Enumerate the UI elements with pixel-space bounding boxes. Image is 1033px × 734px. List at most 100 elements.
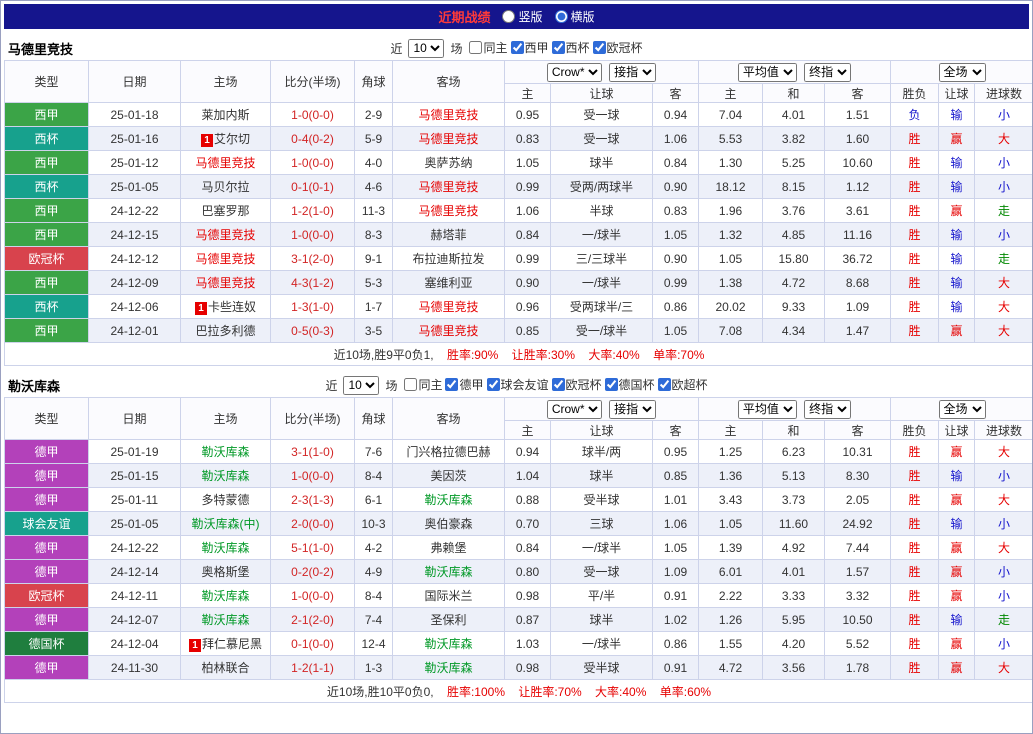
- layout-option-horizontal[interactable]: 横版: [554, 8, 595, 25]
- result-handicap: 输: [938, 246, 976, 271]
- score: 1-0(0-0): [270, 150, 355, 175]
- filter-德国杯[interactable]: 德国杯: [604, 376, 655, 393]
- filter-label: 德国杯: [618, 378, 655, 392]
- table-row: 西杯 25-01-16 1 艾尔切 0-4(0-2) 5-9 马德里竞技 0.83…: [4, 126, 1032, 151]
- result-handicap: 输: [938, 463, 976, 488]
- table-row: 欧冠杯 24-12-11 勒沃库森 1-0(0-0) 8-4 国际米兰 0.98…: [4, 583, 1032, 608]
- handicap-home-odds: 1.03: [504, 631, 551, 656]
- filter-checkbox[interactable]: [404, 378, 418, 391]
- home-team: 巴拉多利德: [180, 318, 271, 343]
- avg-away-odds: 10.31: [823, 439, 892, 464]
- scope-select[interactable]: 全场: [938, 399, 986, 419]
- filter-球会友谊[interactable]: 球会友谊: [486, 376, 549, 393]
- avg-away-odds: 1.12: [823, 174, 892, 199]
- filter-checkbox[interactable]: [604, 378, 618, 391]
- filter-欧超杯[interactable]: 欧超杯: [657, 376, 708, 393]
- average-selects-cell: 平均值 终指: [697, 397, 892, 421]
- filter-controls: 近 10 场 同主 西甲 西杯 欧冠杯: [390, 38, 643, 58]
- filter-checkbox[interactable]: [469, 41, 483, 54]
- avg-draw-odds: 4.92: [762, 535, 825, 560]
- result-handicap: 输: [938, 270, 976, 295]
- bookmaker-select[interactable]: Crow*: [546, 399, 602, 419]
- filter-德甲[interactable]: 德甲: [445, 376, 484, 393]
- home-team: 勒沃库森(中): [180, 511, 271, 536]
- home-team: 马德里竞技: [180, 246, 271, 271]
- team-label: 勒沃库森(中): [191, 517, 260, 531]
- subcol-avg-home: 主: [698, 83, 763, 103]
- result-winloss: 胜: [890, 535, 940, 560]
- layout-option-vertical[interactable]: 竖版: [502, 8, 543, 25]
- away-team: 马德里竞技: [392, 318, 505, 343]
- odd-rate: 单率:70%: [653, 347, 705, 362]
- result-handicap: 赢: [938, 198, 976, 223]
- result-winloss: 胜: [890, 511, 940, 536]
- result-winloss: 胜: [890, 487, 940, 512]
- table-row: 西甲 25-01-12 马德里竞技 1-0(0-0) 4-0 奥萨苏纳 1.05…: [4, 150, 1032, 175]
- handicap-win-rate: 让胜率:30%: [511, 347, 576, 362]
- table-row: 德甲 24-12-14 奥格斯堡 0-2(0-2) 4-9 勒沃库森 0.80 …: [4, 559, 1032, 584]
- handicap-home-odds: 1.05: [504, 150, 551, 175]
- team-label: 巴拉多利德: [195, 324, 256, 338]
- bookmaker-mode-select[interactable]: 接指: [609, 399, 657, 419]
- filter-西甲[interactable]: 西甲: [510, 39, 549, 56]
- filter-checkbox[interactable]: [551, 378, 565, 391]
- handicap-away-odds: 0.90: [652, 246, 699, 271]
- match-date: 24-12-15: [88, 222, 181, 247]
- corner-score: 1-7: [354, 294, 393, 319]
- average-select[interactable]: 平均值: [737, 62, 797, 82]
- score: 3-1(1-0): [270, 439, 355, 464]
- filter-欧冠杯[interactable]: 欧冠杯: [551, 376, 602, 393]
- filter-西杯[interactable]: 西杯: [551, 39, 590, 56]
- filter-欧冠杯[interactable]: 欧冠杯: [592, 39, 643, 56]
- avg-away-odds: 7.44: [823, 535, 892, 560]
- avg-away-odds: 1.09: [823, 294, 892, 319]
- filter-同主[interactable]: 同主: [404, 376, 442, 393]
- filter-checkbox[interactable]: [445, 378, 459, 391]
- result-goals: 走: [974, 198, 1032, 223]
- team-label: 马德里竞技: [418, 108, 479, 122]
- home-team: 莱加内斯: [180, 102, 271, 127]
- table-row: 德甲 24-11-30 柏林联合 1-2(1-1) 1-3 勒沃库森 0.98 …: [4, 655, 1032, 680]
- filter-label: 德甲: [459, 378, 484, 392]
- average-mode-select[interactable]: 终指: [804, 62, 852, 82]
- team-label: 巴塞罗那: [201, 204, 250, 218]
- away-team: 奥萨苏纳: [392, 150, 505, 175]
- corner-score: 1-3: [354, 655, 393, 680]
- team-label: 马德里竞技: [195, 252, 256, 266]
- bookmaker-mode-select[interactable]: 接指: [609, 62, 657, 82]
- avg-draw-odds: 4.85: [762, 222, 825, 247]
- avg-draw-odds: 3.82: [762, 126, 825, 151]
- horizontal-radio[interactable]: [554, 10, 568, 23]
- home-team: 多特蒙德: [180, 487, 271, 512]
- handicap-away-odds: 1.05: [652, 318, 699, 343]
- score: 2-1(2-0): [270, 607, 355, 632]
- avg-home-odds: 5.53: [698, 126, 763, 151]
- corner-score: 6-1: [354, 487, 393, 512]
- recent-count-select[interactable]: 10: [343, 375, 380, 395]
- away-team: 勒沃库森: [392, 631, 505, 656]
- recent-count-select[interactable]: 10: [408, 38, 445, 58]
- home-team: 巴塞罗那: [180, 198, 271, 223]
- avg-home-odds: 1.96: [698, 198, 763, 223]
- avg-away-odds: 1.60: [823, 126, 892, 151]
- match-date: 25-01-05: [88, 174, 181, 199]
- vertical-radio[interactable]: [502, 10, 516, 23]
- average-mode-select[interactable]: 终指: [804, 399, 852, 419]
- column-header-type: 类型: [4, 60, 89, 103]
- match-type-badge: 德甲: [4, 535, 89, 560]
- result-winloss: 胜: [890, 222, 940, 247]
- filter-同主[interactable]: 同主: [469, 39, 508, 56]
- scope-select[interactable]: 全场: [938, 62, 986, 82]
- handicap-line: 半球: [550, 198, 653, 223]
- result-goals: 大: [974, 318, 1032, 343]
- bookmaker-select[interactable]: Crow*: [546, 62, 602, 82]
- average-select[interactable]: 平均值: [737, 399, 797, 419]
- filter-checkbox[interactable]: [657, 378, 671, 391]
- result-winloss: 胜: [890, 607, 940, 632]
- filter-checkbox[interactable]: [486, 378, 500, 391]
- filter-checkbox[interactable]: [551, 41, 565, 54]
- avg-draw-odds: 15.80: [762, 246, 825, 271]
- avg-away-odds: 5.52: [823, 631, 892, 656]
- filter-checkbox[interactable]: [592, 41, 606, 54]
- filter-checkbox[interactable]: [510, 41, 524, 54]
